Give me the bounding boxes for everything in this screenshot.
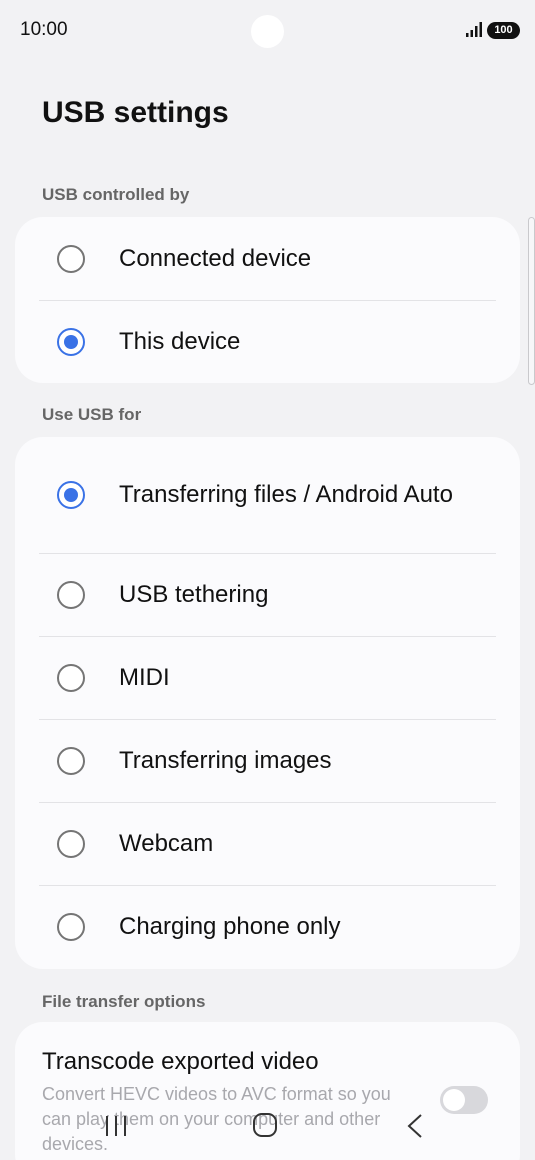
option-label: Transferring files / Android Auto	[119, 481, 453, 508]
option-label: Charging phone only	[119, 913, 341, 940]
option-charging-phone-only[interactable]: Charging phone only	[15, 886, 520, 968]
back-icon[interactable]	[403, 1112, 427, 1140]
usb-controlled-by-card: Connected device This device	[15, 217, 520, 383]
radio-button-selected[interactable]	[57, 481, 85, 509]
section-header-usb-controlled-by: USB controlled by	[42, 185, 190, 204]
camera-cutout	[251, 15, 284, 48]
option-transferring-images[interactable]: Transferring images	[15, 720, 520, 802]
option-connected-device[interactable]: Connected device	[15, 217, 520, 300]
section-header-use-usb-for: Use USB for	[42, 405, 142, 424]
use-usb-for-card: Transferring files / Android Auto USB te…	[15, 437, 520, 969]
battery-indicator: 100	[487, 22, 520, 39]
option-label: Webcam	[119, 830, 214, 857]
radio-button[interactable]	[57, 830, 85, 858]
option-label: Transferring images	[119, 747, 332, 774]
option-usb-tethering[interactable]: USB tethering	[15, 554, 520, 636]
recents-icon[interactable]	[102, 1114, 130, 1138]
page-title: USB settings	[42, 96, 229, 129]
radio-button[interactable]	[57, 747, 85, 775]
navigation-bar	[0, 1100, 535, 1160]
option-transferring-files[interactable]: Transferring files / Android Auto	[15, 437, 520, 553]
option-webcam[interactable]: Webcam	[15, 803, 520, 885]
status-time: 10:00	[20, 19, 68, 40]
radio-button-selected[interactable]	[57, 328, 85, 356]
option-label: MIDI	[119, 664, 170, 691]
option-midi[interactable]: MIDI	[15, 637, 520, 719]
transcode-title: Transcode exported video	[42, 1048, 319, 1075]
radio-button[interactable]	[57, 664, 85, 692]
scrollbar[interactable]	[528, 217, 535, 385]
option-label: USB tethering	[119, 581, 269, 608]
radio-button[interactable]	[57, 244, 85, 273]
status-bar: 10:00 100	[0, 0, 535, 62]
radio-button[interactable]	[57, 581, 85, 609]
option-label: This device	[119, 328, 241, 355]
option-this-device[interactable]: This device	[15, 301, 520, 383]
option-label: Connected device	[119, 244, 312, 272]
home-icon[interactable]	[252, 1112, 278, 1138]
section-header-file-transfer-options: File transfer options	[42, 992, 206, 1011]
radio-button[interactable]	[57, 913, 85, 941]
signal-icon	[466, 22, 482, 37]
